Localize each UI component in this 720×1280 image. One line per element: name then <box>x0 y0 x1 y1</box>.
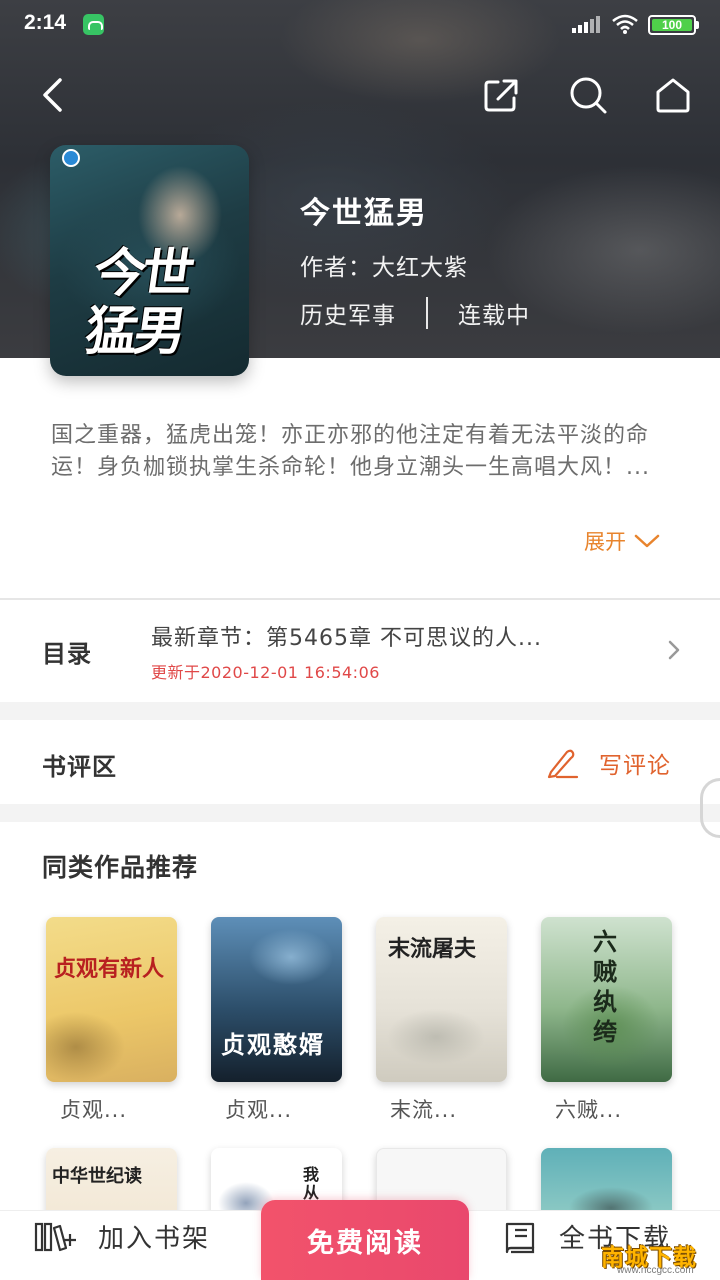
share-button[interactable] <box>476 70 526 120</box>
search-icon <box>570 77 607 114</box>
rec-book-cover: 贞观有新人 <box>46 917 177 1082</box>
book-status: 连载中 <box>458 303 530 329</box>
rec-cover-text: 我从 <box>303 1165 320 1202</box>
write-review-button[interactable]: 写评论 <box>545 746 671 780</box>
chevron-left-icon <box>43 78 62 112</box>
rec-cover-text: 贞观憨婿 <box>221 1030 325 1059</box>
recommend-title: 同类作品推荐 <box>42 853 199 882</box>
status-bar: 2:14 100 <box>0 0 720 50</box>
book-title: 今世猛男 <box>300 196 428 231</box>
cloud-badge-icon <box>62 149 80 167</box>
home-button[interactable] <box>648 70 698 120</box>
rec-cover-text: 中华世纪读 <box>52 1166 142 1187</box>
watermark-logo: 南城下载 www.nccgcc.com <box>595 1238 713 1278</box>
wifi-icon <box>612 14 638 34</box>
catalog-row[interactable]: 目录 最新章节：第5465章 不可思议的人... 更新于2020-12-01 1… <box>0 600 720 702</box>
add-to-shelf-button[interactable]: 加入书架 <box>34 1218 210 1255</box>
cover-title-art: 今世猛男 <box>81 244 195 362</box>
review-section: 书评区 写评论 <box>0 720 720 804</box>
signal-icon <box>572 16 600 33</box>
meta-divider <box>426 297 428 329</box>
search-button[interactable] <box>563 70 613 120</box>
book-meta: 历史军事 连载中 <box>300 296 530 330</box>
status-time: 2:14 <box>24 11 67 34</box>
home-icon <box>656 78 690 113</box>
catalog-label: 目录 <box>42 640 92 668</box>
write-review-label: 写评论 <box>599 753 671 779</box>
battery-icon: 100 <box>648 15 696 35</box>
latest-chapter: 最新章节：第5465章 不可思议的人... <box>151 626 542 651</box>
rec-book-item[interactable]: 末流屠夫 末流... <box>376 917 507 1124</box>
rec-book-label: 六贼... <box>555 1098 623 1122</box>
battery-level: 100 <box>652 19 692 31</box>
watermark-url: www.nccgcc.com <box>617 1265 694 1276</box>
rec-book-label: 末流... <box>390 1098 458 1122</box>
back-button[interactable] <box>28 70 78 120</box>
android-icon <box>83 14 104 35</box>
section-gap <box>0 702 720 720</box>
expand-button[interactable]: 展开 <box>584 526 660 556</box>
update-time: 更新于2020-12-01 16:54:06 <box>151 663 380 682</box>
battery-tip <box>696 21 699 29</box>
top-nav <box>0 70 720 120</box>
rec-book-item[interactable]: 贞观憨婿 贞观... <box>211 917 342 1124</box>
rec-book-cover: 末流屠夫 <box>376 917 507 1082</box>
book-author: 作者：大红大紫 <box>300 255 468 281</box>
bookshelf-add-icon <box>34 1222 76 1251</box>
rec-book-cover: 贞观憨婿 <box>211 917 342 1082</box>
share-icon <box>484 79 518 112</box>
chevron-down-icon <box>634 534 660 548</box>
free-read-button[interactable]: 免费阅读 <box>261 1200 469 1280</box>
expand-label: 展开 <box>584 530 626 554</box>
book-intro: 国之重器，猛虎出笼！亦正亦邪的他注定有着无法平淡的命运！身负枷锁执掌生杀命轮！他… <box>51 423 650 480</box>
rec-book-label: 贞观... <box>225 1098 293 1122</box>
book-cover: 今世猛男 <box>50 145 249 376</box>
rec-cover-text: 六贼纨绔 <box>593 927 617 1046</box>
side-drawer-handle[interactable] <box>700 778 720 838</box>
rec-book-item[interactable]: 贞观有新人 贞观... <box>46 917 177 1124</box>
rec-book-cover: 六贼纨绔 <box>541 917 672 1082</box>
section-gap <box>0 804 720 822</box>
chevron-right-icon <box>668 640 680 660</box>
rec-cover-text: 贞观有新人 <box>54 956 165 982</box>
review-label: 书评区 <box>42 753 117 781</box>
rec-book-label: 贞观... <box>60 1098 128 1122</box>
pen-icon <box>547 749 579 779</box>
book-category[interactable]: 历史军事 <box>300 296 396 330</box>
book-download-icon <box>505 1222 535 1253</box>
rec-book-item[interactable]: 六贼纨绔 六贼... <box>541 917 672 1124</box>
rec-cover-text: 末流屠夫 <box>388 936 477 962</box>
add-to-shelf-label: 加入书架 <box>98 1224 211 1254</box>
